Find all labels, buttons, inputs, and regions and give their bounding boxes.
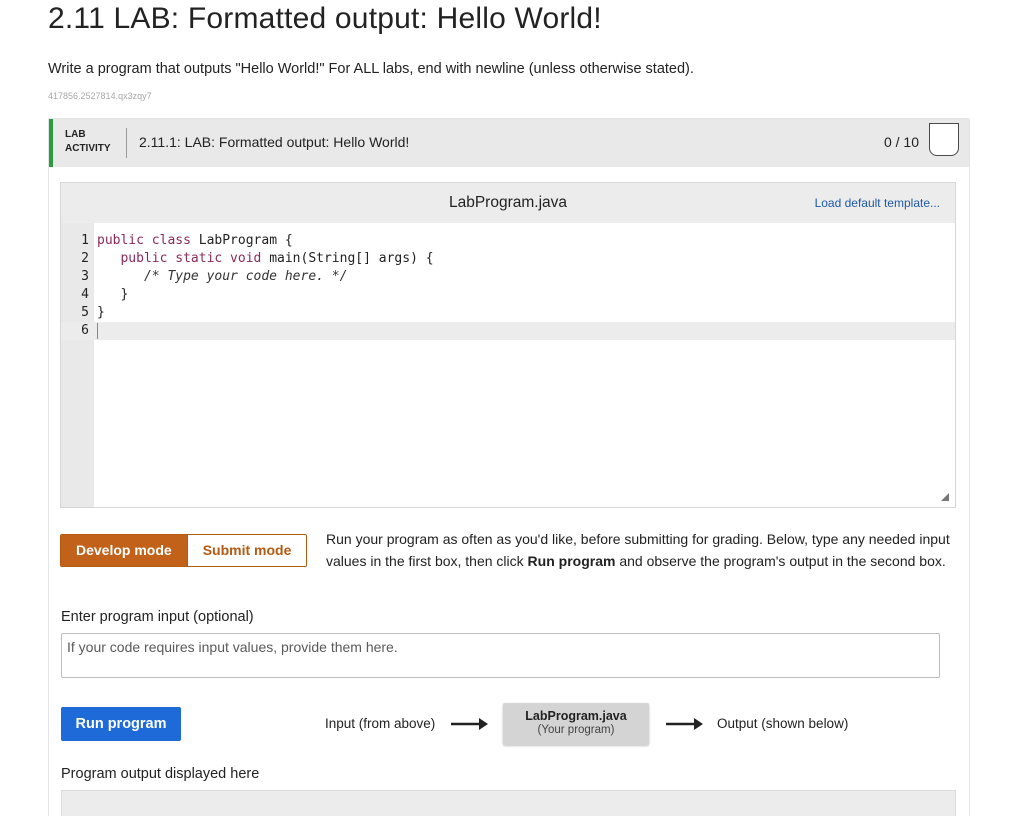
program-input-label: Enter program input (optional) [61, 609, 254, 625]
help-text-bold: Run program [527, 552, 616, 569]
code-line[interactable]: 4 } [61, 286, 955, 304]
flow-output-label: Output (shown below) [717, 716, 849, 731]
line-number: 6 [81, 323, 89, 338]
line-number: 3 [81, 269, 89, 284]
mode-toggle: Develop mode Submit mode [60, 534, 308, 567]
program-box-name: LabProgram.java [525, 709, 627, 723]
line-number: 2 [81, 251, 89, 266]
program-input-field[interactable] [61, 633, 940, 678]
lab-tag-line2: ACTIVITY [65, 143, 111, 154]
code-comment: /* Type your code here. */ [97, 269, 348, 284]
code-keyword: public class [97, 233, 199, 248]
load-default-template-link[interactable]: Load default template... [815, 196, 940, 210]
code-text: } [97, 305, 105, 320]
resize-grip-icon[interactable] [941, 493, 949, 501]
code-keyword: public static void [97, 251, 270, 266]
code-line-active[interactable]: 6 [61, 322, 955, 340]
code-line[interactable]: 1 public class LabProgram { [61, 232, 955, 250]
flow-input-label: Input (from above) [325, 716, 436, 731]
help-text-part: and observe the program's output in the … [615, 552, 946, 569]
code-text: LabProgram { [198, 233, 293, 248]
page-id-code: 417856.2527814.qx3zqy7 [48, 91, 152, 101]
code-line[interactable]: 5 } [61, 304, 955, 322]
score-badge-icon [929, 123, 959, 156]
program-box: LabProgram.java (Your program) [503, 703, 649, 745]
code-line[interactable]: 2 public static void main(String[] args)… [61, 250, 955, 268]
header-divider [126, 128, 127, 158]
code-area[interactable]: 1 public class LabProgram { 2 public sta… [61, 223, 955, 507]
arrow-right-icon [451, 718, 488, 730]
text-cursor [97, 322, 98, 339]
lab-score: 0 / 10 [883, 134, 919, 150]
code-text: } [97, 287, 129, 302]
line-number: 4 [81, 287, 89, 302]
lab-activity-name: 2.11.1: LAB: Formatted output: Hello Wor… [139, 134, 410, 150]
mode-help-text: Run your program as often as you'd like,… [326, 529, 956, 572]
program-output-label: Program output displayed here [61, 766, 260, 782]
line-number: 5 [81, 305, 89, 320]
develop-mode-button[interactable]: Develop mode [61, 535, 187, 566]
page-description: Write a program that outputs "Hello Worl… [48, 61, 694, 77]
lab-tag-line1: LAB [65, 129, 86, 140]
arrow-right-icon [666, 718, 703, 730]
program-output-area [61, 790, 956, 816]
submit-mode-button[interactable]: Submit mode [186, 535, 307, 566]
lab-header: LAB ACTIVITY 2.11.1: LAB: Formatted outp… [49, 119, 969, 167]
page-title: 2.11 LAB: Formatted output: Hello World! [48, 2, 602, 35]
run-program-button[interactable]: Run program [61, 707, 181, 741]
code-text: main(String[] args) { [269, 251, 434, 266]
lab-activity-tag: LAB ACTIVITY [65, 128, 111, 156]
program-box-subtitle: (Your program) [537, 724, 615, 736]
code-editor: LabProgram.java Load default template...… [60, 182, 956, 508]
line-number: 1 [81, 233, 89, 248]
editor-header: LabProgram.java Load default template... [61, 183, 955, 223]
code-line[interactable]: 3 /* Type your code here. */ [61, 268, 955, 286]
